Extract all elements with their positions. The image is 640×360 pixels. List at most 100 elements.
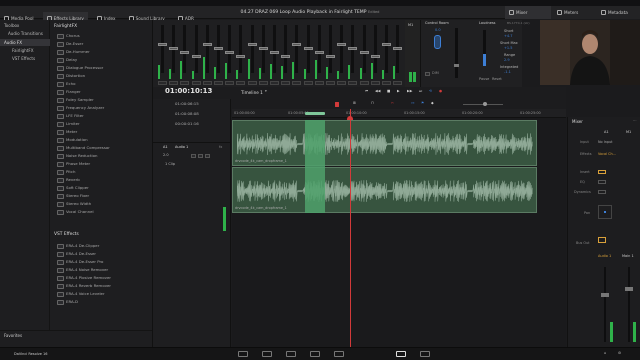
- channel-select-button[interactable]: [314, 81, 324, 85]
- vst-item[interactable]: ERA-4 Plosive Remover: [56, 274, 148, 282]
- cut-page-icon[interactable]: [262, 351, 272, 357]
- vst-item[interactable]: ERA-4 Voice Leveler: [56, 290, 148, 298]
- channel-select-button[interactable]: [370, 81, 380, 85]
- playhead[interactable]: [350, 109, 351, 347]
- fader-handle[interactable]: [393, 47, 403, 50]
- eq-slot[interactable]: [598, 180, 606, 184]
- vst-item[interactable]: ERA-4 Noise Remover: [56, 266, 148, 274]
- link-icon[interactable]: ⊶: [411, 101, 415, 106]
- fader-channel-strip[interactable]: [347, 23, 358, 85]
- fader-channel-strip[interactable]: [359, 23, 370, 85]
- metadata-tab[interactable]: Metadata: [597, 6, 640, 19]
- fx-item[interactable]: Phase Meter: [56, 160, 148, 168]
- fader-channel-strip[interactable]: [291, 23, 302, 85]
- favorites-section[interactable]: Favorites: [0, 330, 152, 347]
- record-icon[interactable]: ●: [439, 89, 442, 94]
- rewind-icon[interactable]: ◀◀: [375, 89, 380, 94]
- fader-handle[interactable]: [314, 51, 324, 54]
- fader-handle[interactable]: [158, 43, 167, 46]
- tree-item-toolbox[interactable]: Toolbox: [4, 23, 19, 28]
- range-tool-icon[interactable]: ⊞: [353, 101, 356, 106]
- zoom-slider-handle[interactable]: [483, 102, 487, 106]
- settings-icon[interactable]: ⚙: [618, 351, 621, 356]
- fader-channel-strip[interactable]: [336, 23, 347, 85]
- control-room-fader[interactable]: [455, 28, 458, 78]
- vst-item[interactable]: ERA-4 De-Clipper: [56, 242, 148, 250]
- fader-handle[interactable]: [214, 47, 223, 50]
- fader-channel-strip[interactable]: [314, 23, 325, 85]
- fader-channel-strip[interactable]: [392, 23, 403, 85]
- tree-item-audio-fx[interactable]: Audio FX: [0, 39, 50, 46]
- fader-handle[interactable]: [382, 43, 391, 46]
- timeline-name[interactable]: Timeline 1: [241, 90, 263, 95]
- fx-item[interactable]: Meter: [56, 128, 148, 136]
- channel-select-button[interactable]: [337, 81, 347, 85]
- channel-select-button[interactable]: [247, 81, 257, 85]
- channel-select-button[interactable]: [225, 81, 235, 85]
- audio-1-fader-handle[interactable]: [601, 293, 609, 297]
- track-header-a1[interactable]: A1 Audio 1 2.0 1 Clip fx: [153, 142, 231, 172]
- tree-item-fairlightfx[interactable]: FairlightFX: [12, 48, 34, 53]
- fx-item[interactable]: Modulation: [56, 136, 148, 144]
- home-icon[interactable]: ⌂: [604, 351, 606, 356]
- fx-item[interactable]: Echo: [56, 80, 148, 88]
- deliver-page-icon[interactable]: [420, 351, 430, 357]
- vst-item[interactable]: ERA-4 De-Esser Pro: [56, 258, 148, 266]
- fader-channel-strip[interactable]: [168, 23, 179, 85]
- dynamics-slot[interactable]: [598, 190, 606, 194]
- fader-handle[interactable]: [247, 43, 257, 46]
- channel-select-button[interactable]: [258, 81, 268, 85]
- channel-select-button[interactable]: [281, 81, 291, 85]
- fader-channel-strip[interactable]: [325, 23, 336, 85]
- color-page-icon[interactable]: [334, 351, 344, 357]
- fader-handle[interactable]: [348, 47, 358, 50]
- fader-channel-strip[interactable]: [202, 23, 213, 85]
- fader-channel-strip[interactable]: [303, 23, 314, 85]
- vst-item[interactable]: ERA-4 Reverb Remover: [56, 282, 148, 290]
- fader-channel-strip[interactable]: [157, 23, 168, 85]
- channel-select-button[interactable]: [270, 81, 279, 85]
- main-1-fader-handle[interactable]: [625, 287, 633, 291]
- main-1-fader[interactable]: [628, 267, 630, 342]
- fader-handle[interactable]: [270, 51, 279, 54]
- loop-range-marker[interactable]: [305, 112, 325, 115]
- go-to-start-icon[interactable]: ⏮: [365, 89, 368, 94]
- vst-item[interactable]: ERA-4 De-Esser: [56, 250, 148, 258]
- stop-icon[interactable]: ■: [387, 89, 390, 94]
- loop-selection-region[interactable]: [305, 120, 325, 213]
- channel-select-button[interactable]: [326, 81, 335, 85]
- timeline-dropdown-icon[interactable]: ▾: [265, 89, 267, 94]
- channel-select-button[interactable]: [191, 81, 201, 85]
- timeline-ruler[interactable]: 01:00:00:00 01:00:05:00 01:00:10:00 01:0…: [232, 109, 566, 118]
- channel-select-button[interactable]: [393, 81, 403, 85]
- fx-item[interactable]: Dialogue Processor: [56, 64, 148, 72]
- channel-select-button[interactable]: [202, 81, 212, 85]
- fx-item[interactable]: Distortion: [56, 72, 148, 80]
- razor-icon[interactable]: ✂: [391, 101, 394, 106]
- fader-channel-strip[interactable]: [235, 23, 246, 85]
- audio-clip-left-channel[interactable]: drvcode_4k_cam_dropframe_1: [232, 120, 537, 166]
- channel-select-button[interactable]: [236, 81, 246, 85]
- loop-icon[interactable]: ⟲: [429, 89, 432, 94]
- fx-item[interactable]: Chorus: [56, 32, 148, 40]
- insert-slot[interactable]: [598, 170, 606, 174]
- fader-channel-strip[interactable]: [370, 23, 381, 85]
- fader-handle[interactable]: [202, 43, 212, 46]
- meters-tab[interactable]: Meters: [553, 6, 597, 19]
- monitor-level-knob[interactable]: [434, 35, 441, 49]
- vst-item[interactable]: ERA-D: [56, 298, 148, 306]
- fader-handle[interactable]: [258, 47, 268, 50]
- fx-item[interactable]: De-Hummer: [56, 48, 148, 56]
- fx-item[interactable]: LFE Filter: [56, 112, 148, 120]
- fader-channel-strip[interactable]: [191, 23, 202, 85]
- fader-handle[interactable]: [191, 55, 201, 58]
- fader-channel-strip[interactable]: [280, 23, 291, 85]
- fx-item[interactable]: Frequency Analyzer: [56, 104, 148, 112]
- fader-handle[interactable]: [326, 55, 335, 58]
- fader-handle[interactable]: [236, 55, 246, 58]
- fast-forward-icon[interactable]: ▶▶: [407, 89, 412, 94]
- mute-button[interactable]: [205, 154, 210, 158]
- fx-item[interactable]: Delay: [56, 56, 148, 64]
- dim-button[interactable]: [425, 72, 430, 76]
- mixer-effects-value[interactable]: Vocal Ch...: [598, 152, 616, 156]
